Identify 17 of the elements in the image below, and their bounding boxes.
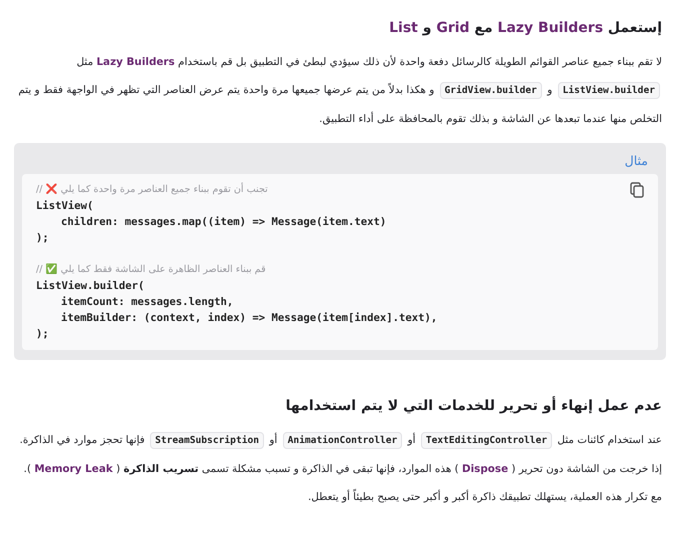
- code-snippet: AnimationController: [282, 432, 402, 449]
- code-snippet: GridView.builder: [440, 82, 542, 99]
- section-heading: عدم عمل إنهاء أو تحرير للخدمات التي لا يتم استخدامها: [284, 395, 662, 416]
- code-line: ListView.builder(: [36, 279, 146, 294]
- code-snippet: ListView.builder: [558, 82, 660, 99]
- code-comment: // ✅ قم ببناء العناصر الظاهرة على الشاشة فقط كما يلي: [36, 262, 267, 277]
- code-line: itemBuilder: (context, index) => Message(item[index].text),: [60, 311, 438, 326]
- code-line: ListView(: [36, 199, 94, 214]
- code-line: children: messages.map((item) => Message(item.text): [60, 215, 388, 230]
- code-line: );: [36, 231, 50, 246]
- copy-icon[interactable]: [630, 182, 644, 198]
- code-snippet: StreamSubscription: [150, 432, 264, 449]
- code-snippet: TextEditingController: [420, 432, 552, 449]
- code-line: );: [36, 327, 50, 342]
- code-comment: // ❌ تجنب أن تقوم ببناء جميع العناصر مرة واحدة كما يلي: [36, 182, 269, 197]
- code-line: itemCount: messages.length,: [60, 295, 234, 310]
- example-title: مثال: [624, 152, 649, 170]
